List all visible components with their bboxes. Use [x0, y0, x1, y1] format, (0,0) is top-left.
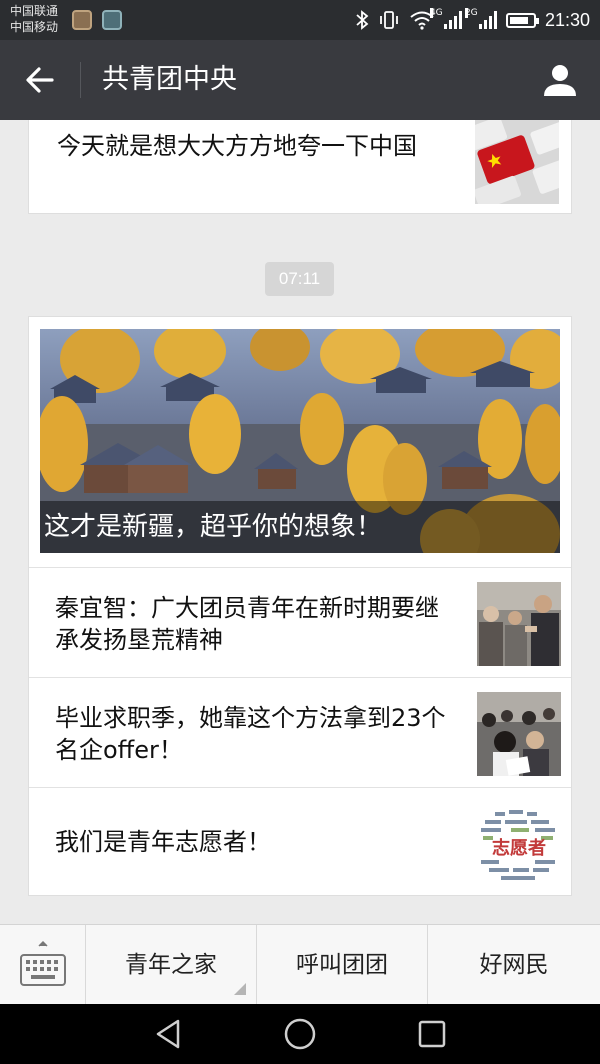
- keyboard-toggle-button[interactable]: [0, 925, 86, 1005]
- bluetooth-icon: [356, 10, 369, 30]
- article-title[interactable]: 今天就是想大大方方地夸一下中国: [57, 130, 447, 162]
- job-fair-photo-image: [477, 692, 561, 776]
- keyboard-icon: [20, 940, 66, 986]
- signal-icon: 4G: [429, 8, 462, 29]
- home-circle-icon[interactable]: [282, 1016, 318, 1052]
- battery-level: [509, 16, 528, 24]
- article-row-2[interactable]: 毕业求职季，她靠这个方法拿到23个名企offer！: [29, 677, 571, 787]
- menu-item-label: 呼叫团团: [296, 952, 388, 978]
- message-feed[interactable]: 今天就是想大大方方地夸一下中国 07:11 这才是新疆，超乎你的想象！ 秦宜智：…: [0, 120, 600, 924]
- message-timestamp: 07:11: [265, 262, 334, 296]
- signal-icon-2: 2G: [464, 8, 497, 29]
- vibrate-icon: [380, 11, 398, 29]
- carrier-1-label: 中国联通: [10, 4, 59, 18]
- article-row-3[interactable]: 我们是青年志愿者！ 志愿者: [29, 787, 571, 897]
- person-icon[interactable]: [540, 60, 580, 100]
- article-card-top[interactable]: 今天就是想大大方方地夸一下中国: [28, 120, 572, 214]
- article-row-1[interactable]: 秦宜智：广大团员青年在新时期要继承发扬垦荒精神: [29, 567, 571, 677]
- menu-item-youth-home[interactable]: 青年之家: [86, 925, 257, 1005]
- article-title[interactable]: 毕业求职季，她靠这个方法拿到23个名企offer！: [55, 702, 455, 766]
- article-title[interactable]: 我们是青年志愿者！: [55, 826, 455, 858]
- article-group-card: 这才是新疆，超乎你的想象！ 秦宜智：广大团员青年在新时期要继承发扬垦荒精神 毕业…: [28, 316, 572, 896]
- menu-item-label: 好网民: [479, 952, 549, 978]
- menu-item-label: 青年之家: [125, 952, 217, 978]
- title-divider: [80, 62, 81, 98]
- network-type-1: 4G: [429, 8, 443, 18]
- volunteer-word-cloud-image: 志愿者: [475, 802, 563, 886]
- back-triangle-icon[interactable]: [150, 1016, 186, 1052]
- menu-item-call-tuantuan[interactable]: 呼叫团团: [257, 925, 428, 1005]
- menu-item-good-netizen[interactable]: 好网民: [428, 925, 600, 1005]
- recents-square-icon[interactable]: [414, 1016, 450, 1052]
- status-bar: 中国联通 中国移动 4G 2G 21:30: [0, 0, 600, 40]
- status-time: 21:30: [544, 9, 590, 30]
- gallery-notification-icon: [102, 10, 122, 30]
- notification-app-icon: [72, 10, 92, 30]
- system-nav-bar: [0, 1004, 600, 1064]
- custom-menu-bar: 青年之家 呼叫团团 好网民: [0, 924, 600, 1005]
- article-title[interactable]: 秦宜智：广大团员青年在新时期要继承发扬垦荒精神: [55, 592, 455, 656]
- title-bar: 共青团中央: [0, 40, 600, 120]
- word-cloud-label: 志愿者: [492, 837, 546, 859]
- carrier-2-label: 中国移动: [10, 20, 59, 34]
- lead-article[interactable]: 这才是新疆，超乎你的想象！: [40, 329, 560, 553]
- keyboard-china-flag-image: [475, 120, 559, 204]
- submenu-indicator-icon: [234, 983, 246, 995]
- meeting-photo-image: [477, 582, 561, 666]
- lead-article-title[interactable]: 这才是新疆，超乎你的想象！: [44, 509, 382, 545]
- page-title: 共青团中央: [102, 64, 237, 95]
- carrier-labels: 中国联通 中国移动: [10, 3, 58, 35]
- network-type-2: 2G: [464, 8, 478, 18]
- arrow-left-icon[interactable]: [22, 62, 58, 98]
- status-icons: 4G 2G 21:30: [355, 0, 590, 40]
- battery-icon: [505, 12, 539, 28]
